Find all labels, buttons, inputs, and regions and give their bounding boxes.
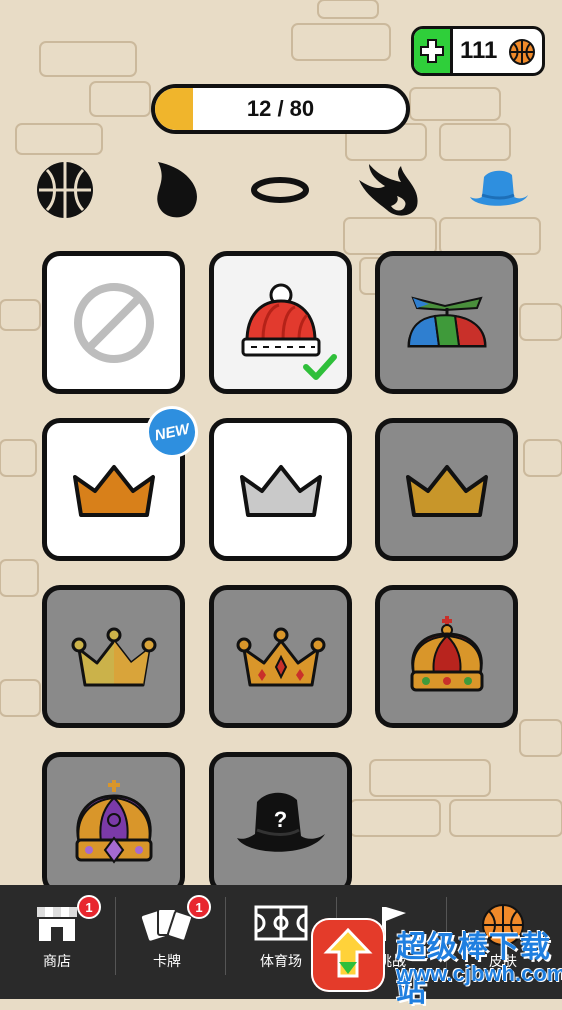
nav-cards-label: 卡牌 bbox=[153, 953, 181, 969]
category-tab-ball[interactable] bbox=[30, 158, 100, 222]
basketball-icon bbox=[37, 162, 93, 218]
item-card-propeller-cap[interactable] bbox=[375, 251, 518, 394]
item-card-red-beanie[interactable] bbox=[209, 251, 352, 394]
item-card-royal-red-crown[interactable] bbox=[375, 585, 518, 728]
shop-notification-badge: 1 bbox=[77, 895, 101, 919]
category-tab-fire[interactable] bbox=[354, 158, 424, 222]
progress-text: 12 / 80 bbox=[246, 96, 315, 121]
basketball-coin-icon bbox=[509, 39, 535, 65]
selected-check-icon bbox=[303, 354, 337, 380]
mystery-mark: ? bbox=[273, 807, 288, 832]
hoop-ring-icon bbox=[251, 177, 309, 203]
fire-icon bbox=[359, 164, 418, 216]
jeweled-gold-crown-icon bbox=[236, 627, 325, 686]
item-card-gold-pointed-crown[interactable] bbox=[42, 585, 185, 728]
hat-icon bbox=[470, 170, 528, 206]
item-card-silver-crown[interactable] bbox=[209, 418, 352, 561]
gold-pointed-crown-icon bbox=[71, 627, 156, 686]
item-card-gold-crown[interactable] bbox=[375, 418, 518, 561]
red-beanie-icon bbox=[241, 283, 320, 356]
item-card-none[interactable] bbox=[42, 251, 185, 394]
nav-cards[interactable]: 卡牌 1 bbox=[112, 885, 222, 999]
add-coins-icon[interactable] bbox=[414, 29, 453, 73]
category-tab-trail[interactable] bbox=[140, 158, 210, 222]
collection-progress-bar: 12 / 80 bbox=[151, 84, 410, 134]
royal-red-crown-icon bbox=[410, 615, 483, 691]
category-tab-hat[interactable] bbox=[464, 158, 534, 222]
court-icon bbox=[254, 905, 308, 941]
item-card-mystery-hat[interactable]: ? bbox=[209, 752, 352, 895]
watermark-url: www.cjbwh.com bbox=[396, 961, 562, 986]
nav-shop[interactable]: 商店 1 bbox=[2, 885, 112, 999]
gold-crown-icon bbox=[405, 464, 488, 517]
propeller-cap-icon bbox=[406, 296, 487, 347]
nav-shop-label: 商店 bbox=[43, 953, 71, 969]
coin-count: 111 bbox=[460, 37, 498, 64]
category-tab-hoop[interactable] bbox=[245, 158, 315, 222]
item-card-jeweled-gold-crown[interactable] bbox=[209, 585, 352, 728]
watermark-logo bbox=[311, 918, 385, 992]
imperial-purple-crown-icon bbox=[75, 779, 152, 864]
silver-crown-icon bbox=[239, 464, 322, 517]
none-icon bbox=[73, 282, 154, 363]
trail-drop-icon bbox=[157, 162, 197, 218]
cards-icon bbox=[141, 908, 193, 942]
item-card-imperial-purple-crown[interactable] bbox=[42, 752, 185, 895]
bronze-crown-icon bbox=[72, 464, 155, 517]
coin-counter[interactable]: 111 bbox=[411, 26, 545, 76]
cards-notification-badge: 1 bbox=[187, 895, 211, 919]
shop-icon bbox=[37, 907, 77, 941]
